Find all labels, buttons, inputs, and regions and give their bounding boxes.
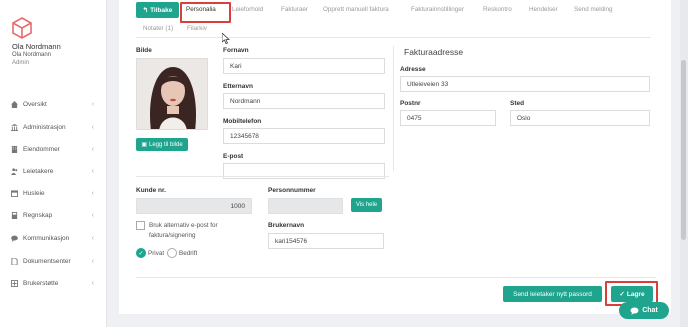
mobiltelefon-label: Mobiltelefon	[223, 118, 262, 125]
bedrift-radio[interactable]	[167, 248, 177, 258]
sidebar-item-label: Administrasjon	[23, 123, 66, 131]
tab-leieforhold[interactable]: Leieforhold	[232, 6, 263, 13]
sidebar: Ola Nordmann Ola Nordmann Admin Oversikt…	[0, 0, 107, 327]
scrollbar-thumb[interactable]	[681, 60, 686, 240]
sidebar-item-leietakere[interactable]: Leietakere ‹	[0, 164, 106, 178]
profile-photo	[136, 58, 208, 130]
cube-logo-icon	[12, 17, 32, 39]
brukernavn-input[interactable]: kari154576	[268, 233, 384, 249]
column-divider	[393, 46, 394, 171]
calculator-icon	[11, 211, 18, 219]
sidebar-item-oversikt[interactable]: Oversikt ‹	[0, 97, 106, 111]
sidebar-item-kommunikasjon[interactable]: Kommunikasjon ‹	[0, 231, 106, 245]
highlight-personalia	[180, 2, 231, 23]
user-subtitle: Ola Nordmann	[12, 52, 52, 58]
vis-hele-button[interactable]: Vis hele	[351, 198, 382, 212]
mouse-cursor-icon	[222, 33, 230, 44]
tab-reskontro[interactable]: Reskontro	[483, 6, 512, 13]
chat-icon	[11, 235, 18, 242]
personnummer-label: Personnummer	[268, 187, 316, 194]
sidebar-item-label: Oversikt	[23, 100, 47, 108]
sidebar-item-label: Eiendommer	[23, 145, 60, 153]
user-name: Ola Nordmann	[12, 42, 61, 51]
tab-fakturaer[interactable]: Fakturaer	[281, 6, 308, 13]
user-role: Admin	[12, 60, 30, 66]
chevron-left-icon: ‹	[91, 145, 94, 153]
personnummer-input	[268, 198, 343, 214]
alt-email-checkbox[interactable]	[136, 221, 145, 230]
fakturaadresse-title: Fakturaadresse	[404, 47, 464, 57]
sidebar-item-label: Leietakere	[23, 167, 54, 175]
etternavn-label: Etternavn	[223, 83, 253, 90]
send-new-password-button[interactable]: Send leietaker nytt passord	[503, 286, 602, 302]
sidebar-item-eiendommer[interactable]: Eiendommer ‹	[0, 142, 106, 156]
adresse-input[interactable]: Utleieveien 33	[400, 76, 650, 92]
chevron-left-icon: ‹	[91, 167, 94, 175]
chevron-left-icon: ‹	[91, 234, 94, 242]
tab-notater[interactable]: Notater (1)	[143, 25, 173, 32]
kunde-nr-label: Kunde nr.	[136, 187, 166, 194]
users-icon	[11, 167, 18, 175]
postnr-input[interactable]: 0475	[400, 110, 496, 126]
tabs-divider	[136, 37, 651, 38]
kunde-nr-input: 1000	[136, 198, 252, 214]
chevron-left-icon: ‹	[91, 279, 94, 287]
file-icon	[11, 257, 18, 265]
privat-label: Privat	[148, 250, 165, 257]
sted-input[interactable]: Oslo	[510, 110, 650, 126]
sidebar-item-label: Brukerstøtte	[23, 279, 59, 287]
sidebar-item-label: Dokumentsenter	[23, 257, 71, 265]
tab-opprett-manuell-faktura[interactable]: Opprett manuell faktura	[323, 6, 389, 13]
add-image-button[interactable]: ▣ Legg til bilde	[136, 138, 188, 151]
tab-filarkiv[interactable]: Filarkiv	[187, 25, 207, 32]
sidebar-item-regnskap[interactable]: Regnskap ‹	[0, 208, 106, 222]
calendar-icon	[11, 189, 18, 197]
bedrift-label: Bedrift	[179, 250, 198, 257]
footer-divider	[136, 277, 656, 278]
sidebar-item-dokumentsenter[interactable]: Dokumentsenter ‹	[0, 254, 106, 268]
adresse-label: Adresse	[400, 66, 426, 73]
main-card	[119, 0, 671, 314]
tab-send-melding[interactable]: Send melding	[574, 6, 613, 13]
privat-radio[interactable]: ✓	[136, 248, 146, 258]
chevron-left-icon: ‹	[91, 100, 94, 108]
building-icon	[11, 145, 18, 153]
postnr-label: Postnr	[400, 100, 421, 107]
mobiltelefon-input[interactable]: 12345678	[223, 128, 385, 144]
check-icon: ✓	[138, 250, 144, 257]
fornavn-input[interactable]: Kari	[223, 58, 385, 74]
section-divider	[136, 176, 389, 177]
tab-hendelser[interactable]: Hendelser	[529, 6, 558, 13]
fornavn-label: Fornavn	[223, 47, 249, 54]
chat-button[interactable]: Chat	[619, 302, 669, 319]
epost-label: E-post	[223, 153, 244, 160]
bank-icon	[11, 123, 18, 131]
bilde-label: Bilde	[136, 47, 152, 54]
back-button[interactable]: ↰ Tilbake	[136, 2, 179, 18]
home-icon	[11, 100, 18, 108]
sidebar-item-label: Husleie	[23, 189, 45, 197]
chevron-left-icon: ‹	[91, 211, 94, 219]
chevron-left-icon: ‹	[91, 189, 94, 197]
brukernavn-label: Brukernavn	[268, 222, 305, 229]
sidebar-item-label: Kommunikasjon	[23, 234, 70, 242]
back-arrow-icon: ↰	[142, 7, 149, 14]
sidebar-item-label: Regnskap	[23, 211, 53, 219]
support-icon	[11, 279, 18, 287]
alt-email-label-line1: Bruk alternativ e-post for	[149, 222, 218, 229]
tab-fakturainnstillinger[interactable]: Fakturainnstillinger	[411, 6, 464, 13]
chevron-left-icon: ‹	[91, 123, 94, 131]
profile-photo-image	[137, 59, 207, 129]
alt-email-label-line2: faktura/signering	[149, 232, 196, 239]
image-icon: ▣	[141, 142, 147, 148]
sidebar-item-brukerstotte[interactable]: Brukerstøtte ‹	[0, 276, 106, 290]
etternavn-input[interactable]: Nordmann	[223, 93, 385, 109]
chevron-left-icon: ‹	[91, 257, 94, 265]
sidebar-item-husleie[interactable]: Husleie ‹	[0, 186, 106, 200]
sted-label: Sted	[510, 100, 525, 107]
chat-bubble-icon	[630, 307, 639, 315]
sidebar-item-administrasjon[interactable]: Administrasjon ‹	[0, 120, 106, 134]
